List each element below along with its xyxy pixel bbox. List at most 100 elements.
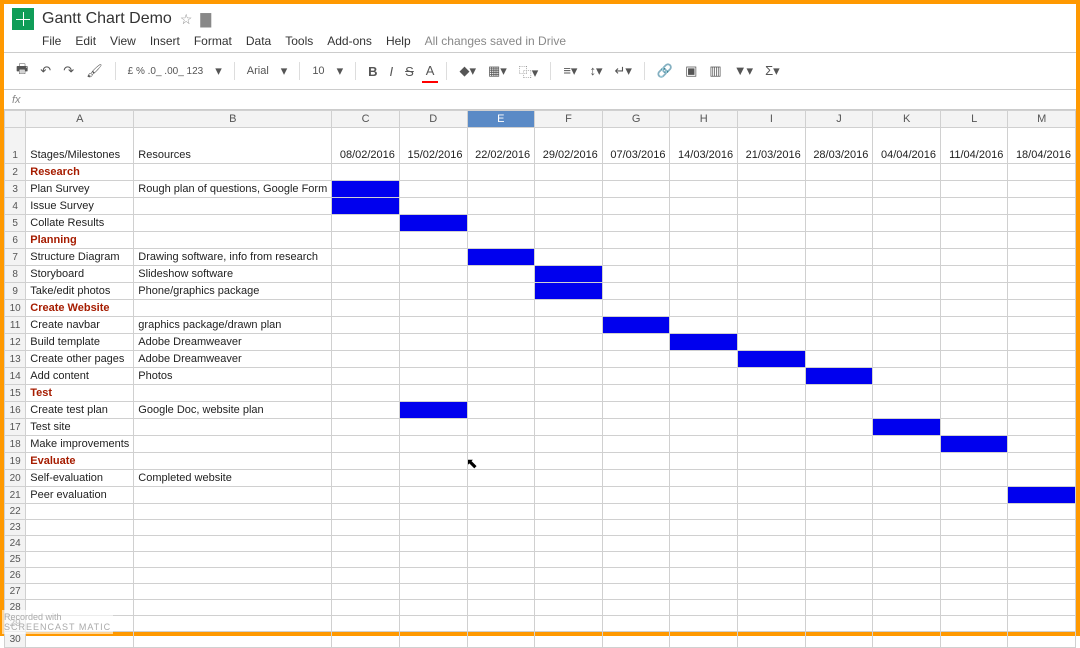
cell[interactable] xyxy=(134,632,332,648)
gantt-cell[interactable] xyxy=(738,300,806,317)
col-header[interactable]: J xyxy=(805,111,873,128)
gantt-cell[interactable] xyxy=(602,436,670,453)
gantt-cell[interactable] xyxy=(873,198,941,215)
gantt-cell[interactable] xyxy=(467,283,535,300)
gantt-cell[interactable] xyxy=(1008,351,1076,368)
task-name[interactable]: Test site xyxy=(26,419,134,436)
gantt-cell[interactable] xyxy=(873,487,941,504)
gantt-cell[interactable] xyxy=(399,368,467,385)
row-header[interactable]: 19 xyxy=(5,453,26,470)
font-select[interactable]: Arial xyxy=(243,63,273,79)
cell[interactable] xyxy=(805,568,873,584)
cell[interactable] xyxy=(26,504,134,520)
gantt-cell[interactable] xyxy=(602,249,670,266)
gantt-cell[interactable] xyxy=(399,317,467,334)
cell[interactable] xyxy=(467,632,535,648)
task-resource[interactable]: Photos xyxy=(134,368,332,385)
gantt-cell[interactable] xyxy=(873,470,941,487)
gantt-cell[interactable] xyxy=(873,351,941,368)
gantt-cell[interactable] xyxy=(602,470,670,487)
cell[interactable] xyxy=(134,616,332,632)
cell[interactable] xyxy=(941,568,1008,584)
task-resource[interactable] xyxy=(134,215,332,232)
gantt-cell[interactable] xyxy=(332,249,400,266)
task-resource[interactable]: Drawing software, info from research xyxy=(134,249,332,266)
task-name[interactable]: Storyboard xyxy=(26,266,134,283)
menu-add-ons[interactable]: Add-ons xyxy=(327,34,372,48)
gantt-cell[interactable] xyxy=(873,317,941,334)
gantt-cell[interactable] xyxy=(332,351,400,368)
gantt-cell[interactable] xyxy=(1008,215,1076,232)
cell[interactable] xyxy=(535,584,603,600)
cell[interactable] xyxy=(26,552,134,568)
cell[interactable] xyxy=(670,504,738,520)
cell[interactable] xyxy=(670,600,738,616)
cell[interactable] xyxy=(535,504,603,520)
gantt-cell[interactable] xyxy=(738,351,806,368)
row-header[interactable]: 17 xyxy=(5,419,26,436)
gantt-cell[interactable] xyxy=(602,453,670,470)
gantt-cell[interactable] xyxy=(332,215,400,232)
cell[interactable] xyxy=(602,632,670,648)
cell[interactable] xyxy=(134,584,332,600)
gantt-cell[interactable] xyxy=(738,232,806,249)
task-name[interactable]: Plan Survey xyxy=(26,181,134,198)
gantt-cell[interactable] xyxy=(602,300,670,317)
cell[interactable]: 11/04/2016 xyxy=(941,128,1008,164)
gantt-cell[interactable] xyxy=(467,334,535,351)
gantt-cell[interactable] xyxy=(535,368,603,385)
cell[interactable] xyxy=(467,600,535,616)
cell[interactable] xyxy=(941,600,1008,616)
cell[interactable] xyxy=(467,568,535,584)
borders-icon[interactable]: ▦▾ xyxy=(484,60,511,82)
chart-icon[interactable]: ▥ xyxy=(705,60,725,82)
cell[interactable] xyxy=(670,520,738,536)
row-header[interactable]: 21 xyxy=(5,487,26,504)
cell[interactable] xyxy=(467,504,535,520)
gantt-cell[interactable] xyxy=(602,419,670,436)
cell[interactable]: 15/02/2016 xyxy=(399,128,467,164)
spreadsheet-grid[interactable]: ABCDEFGHIJKLM1Stages/MilestonesResources… xyxy=(4,110,1076,648)
cell[interactable] xyxy=(941,616,1008,632)
gantt-cell[interactable] xyxy=(941,351,1008,368)
gantt-cell[interactable] xyxy=(738,487,806,504)
cell[interactable] xyxy=(1008,552,1076,568)
gantt-cell[interactable] xyxy=(805,436,873,453)
gantt-cell[interactable] xyxy=(399,334,467,351)
task-resource[interactable]: Google Doc, website plan xyxy=(134,402,332,419)
cell[interactable] xyxy=(805,600,873,616)
gantt-cell[interactable] xyxy=(1008,436,1076,453)
gantt-cell[interactable] xyxy=(941,402,1008,419)
gantt-cell[interactable] xyxy=(873,402,941,419)
gantt-cell[interactable] xyxy=(602,181,670,198)
task-resource[interactable] xyxy=(134,198,332,215)
gantt-cell[interactable] xyxy=(602,266,670,283)
col-header[interactable] xyxy=(5,111,26,128)
cell[interactable] xyxy=(670,616,738,632)
formula-bar[interactable]: fx xyxy=(4,90,1076,110)
gantt-cell[interactable] xyxy=(535,453,603,470)
gantt-cell[interactable] xyxy=(399,351,467,368)
gantt-cell[interactable] xyxy=(467,232,535,249)
cell[interactable] xyxy=(26,536,134,552)
gantt-cell[interactable] xyxy=(873,419,941,436)
gantt-cell[interactable] xyxy=(1008,300,1076,317)
task-resource[interactable]: Rough plan of questions, Google Form xyxy=(134,181,332,198)
gantt-cell[interactable] xyxy=(602,317,670,334)
cell[interactable] xyxy=(670,568,738,584)
col-header[interactable]: K xyxy=(873,111,941,128)
cell[interactable] xyxy=(26,520,134,536)
gantt-cell[interactable] xyxy=(738,164,806,181)
gantt-cell[interactable] xyxy=(1008,317,1076,334)
cell[interactable] xyxy=(1008,536,1076,552)
cell[interactable]: 04/04/2016 xyxy=(873,128,941,164)
cell[interactable] xyxy=(670,632,738,648)
col-header[interactable]: L xyxy=(941,111,1008,128)
gantt-cell[interactable] xyxy=(332,402,400,419)
col-header[interactable]: G xyxy=(602,111,670,128)
gantt-cell[interactable] xyxy=(399,470,467,487)
gantt-cell[interactable] xyxy=(535,266,603,283)
gantt-cell[interactable] xyxy=(670,232,738,249)
gantt-cell[interactable] xyxy=(535,300,603,317)
cell[interactable] xyxy=(873,632,941,648)
